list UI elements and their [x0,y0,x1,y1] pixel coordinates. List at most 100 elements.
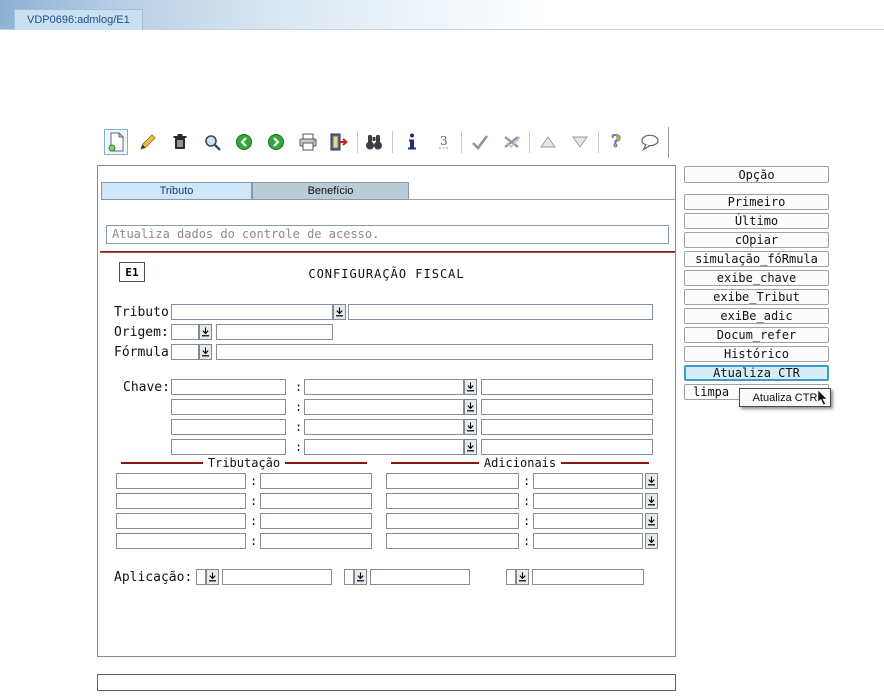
chave-desc-field-4[interactable] [481,439,653,455]
edit-icon[interactable] [136,129,160,155]
confirm-icon[interactable] [468,129,492,155]
cancel-icon[interactable] [500,129,524,155]
dropdown-button[interactable] [206,569,219,585]
dropdown-button[interactable] [464,439,477,455]
dropdown-button[interactable] [199,324,212,340]
aplicacao-code-field-1[interactable] [196,569,206,585]
dropdown-button[interactable] [464,379,477,395]
sequence-icon[interactable]: 3 [432,129,456,155]
adicionais-code-field-1[interactable] [386,473,519,489]
sidebar-button-simulacao-formula[interactable]: simulação_fóRmula [684,251,829,267]
sidebar-header-opcao[interactable]: Opção [684,166,829,183]
colon-separator: : [250,534,258,548]
find-binoculars-icon[interactable] [362,129,386,155]
chave-desc-field-3[interactable] [481,419,653,435]
move-up-icon[interactable] [536,129,560,155]
chave-desc-field-2[interactable] [481,399,653,415]
tributacao-value-field-2[interactable] [260,493,372,509]
exit-icon[interactable] [327,129,351,155]
chave-key-field-4[interactable] [171,439,286,455]
tributacao-code-field-1[interactable] [116,473,246,489]
formula-code-field[interactable] [171,344,199,360]
session-tab[interactable]: VDP0696:admlog/E1 [14,9,143,30]
colon-separator: : [295,440,303,454]
adicionais-code-field-4[interactable] [386,533,519,549]
origem-label: Origem: [114,325,169,340]
aplicacao-desc-field-3[interactable] [532,569,644,585]
sidebar-button-exibe-adic[interactable]: exiBe_adic [684,308,829,324]
adicionais-code-field-3[interactable] [386,513,519,529]
section-tributacao-label: Tributação [207,455,281,470]
search-icon[interactable] [200,129,224,155]
chave-code-field-1[interactable] [304,379,464,395]
sidebar-button-primeiro[interactable]: Primeiro [684,194,829,210]
info-icon[interactable] [400,129,424,155]
origem-code-field[interactable] [171,324,199,340]
colon-separator: : [250,474,258,488]
tributacao-value-field-4[interactable] [260,533,372,549]
move-down-icon[interactable] [568,129,592,155]
dropdown-button[interactable] [464,419,477,435]
sidebar-button-atualiza-ctr[interactable]: Atualiza CTR [684,365,829,381]
svg-text:3: 3 [440,134,448,148]
help-icon[interactable]: ? [604,129,628,155]
tab-tributo[interactable]: Tributo [101,182,252,200]
sidebar-button-ultimo[interactable]: Último [684,213,829,229]
new-record-icon[interactable] [104,129,128,155]
adicionais-value-field-4[interactable] [533,533,643,549]
dropdown-button[interactable] [645,493,658,509]
sidebar-button-exibe-tribut[interactable]: exibe_Tribut [684,289,829,305]
dropdown-button[interactable] [645,473,658,489]
tributacao-code-field-3[interactable] [116,513,246,529]
main-panel: Tributo Benefício Atualiza dados do cont… [97,165,676,657]
tributacao-value-field-3[interactable] [260,513,372,529]
dropdown-button[interactable] [464,399,477,415]
sidebar-button-copiar[interactable]: cOpiar [684,232,829,248]
tributo-code-field[interactable] [171,304,333,320]
chave-code-field-2[interactable] [304,399,464,415]
formula-desc-field[interactable] [216,344,653,360]
chave-key-field-3[interactable] [171,419,286,435]
origem-desc-field[interactable] [216,324,333,340]
dropdown-button[interactable] [516,569,529,585]
dropdown-button[interactable] [354,569,367,585]
section-tributacao: Tributação [116,455,372,470]
sidebar-button-exibe-chave[interactable]: exibe_chave [684,270,829,286]
dropdown-button[interactable] [199,344,212,360]
chave-code-field-4[interactable] [304,439,464,455]
toolbar-separator [598,131,599,153]
sidebar-button-docum-refer[interactable]: Docum_refer [684,327,829,343]
colon-separator: : [295,420,303,434]
tab-beneficio[interactable]: Benefício [252,182,409,200]
dropdown-button[interactable] [333,304,346,320]
aplicacao-code-field-3[interactable] [506,569,516,585]
chave-code-field-3[interactable] [304,419,464,435]
chave-key-field-1[interactable] [171,379,286,395]
tributo-desc-field[interactable] [348,304,653,320]
chave-label: Chave: [123,380,170,395]
dropdown-button[interactable] [645,513,658,529]
toolbar-separator [529,131,530,153]
chave-key-field-2[interactable] [171,399,286,415]
adicionais-value-field-2[interactable] [533,493,643,509]
next-record-icon[interactable] [264,129,288,155]
window-titlebar: VDP0696:admlog/E1 [0,0,884,30]
tributacao-code-field-2[interactable] [116,493,246,509]
adicionais-value-field-3[interactable] [533,513,643,529]
tributacao-code-field-4[interactable] [116,533,246,549]
tab-beneficio-label: Benefício [307,185,354,197]
aplicacao-desc-field-1[interactable] [222,569,332,585]
delete-icon[interactable] [168,129,192,155]
toolbar-separator [357,131,358,153]
adicionais-value-field-1[interactable] [533,473,643,489]
dropdown-button[interactable] [645,533,658,549]
adicionais-code-field-2[interactable] [386,493,519,509]
print-icon[interactable] [296,129,320,155]
tributacao-value-field-1[interactable] [260,473,372,489]
sidebar-button-historico[interactable]: Histórico [684,346,829,362]
aplicacao-desc-field-2[interactable] [370,569,470,585]
previous-record-icon[interactable] [232,129,256,155]
aplicacao-code-field-2[interactable] [344,569,354,585]
chave-desc-field-1[interactable] [481,379,653,395]
comment-icon[interactable] [638,129,662,155]
